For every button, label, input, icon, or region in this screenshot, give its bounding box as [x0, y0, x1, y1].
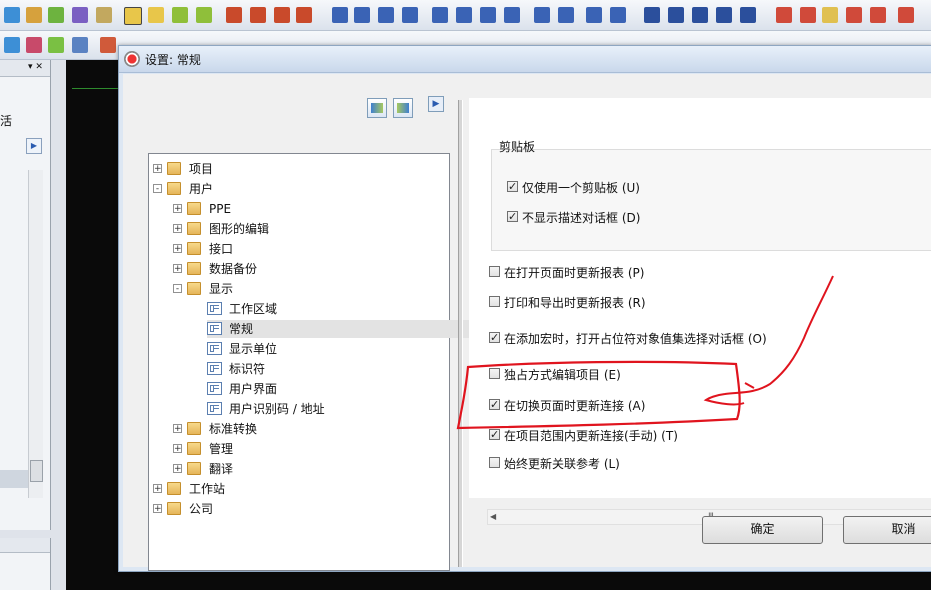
annotation-box	[456, 360, 741, 430]
red-annotation	[456, 275, 834, 430]
annotation-arrow	[703, 275, 834, 406]
